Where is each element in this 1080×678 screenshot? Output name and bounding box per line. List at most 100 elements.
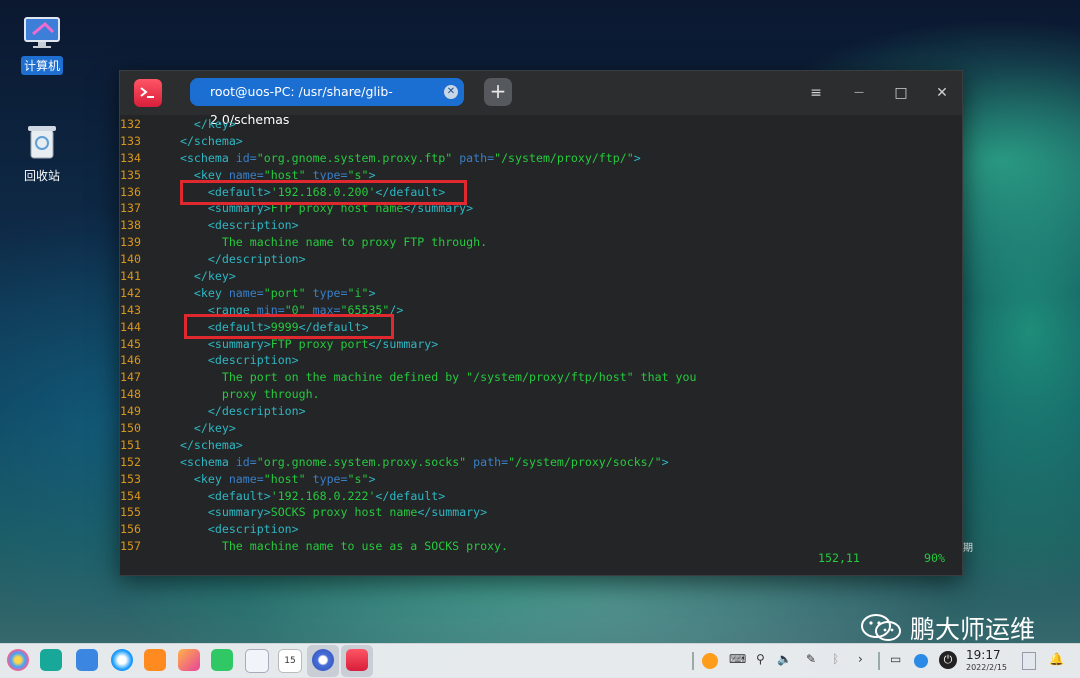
pen-icon[interactable]: ✎ [806,652,816,666]
code-segment: id= [235,454,257,469]
keyboard-icon[interactable]: ⌨ [729,652,746,666]
bluetooth-icon[interactable]: ᛒ [832,652,839,666]
code-line: 149 </description> [120,403,962,420]
desktop-icon-computer[interactable]: 计算机 [12,16,72,75]
desktop-icon-trash[interactable]: 回收站 [12,122,72,185]
app-store-icon[interactable] [144,649,166,671]
code-line: 154 <default>'192.168.0.222'</default> [120,488,962,505]
code-segment: <key [193,285,229,300]
highlight-box-default-port [184,314,394,339]
code-segment: type= [312,285,348,300]
scroll-percent: 90% [924,551,945,565]
code-line: 146 <description> [120,352,962,369]
tab-close-icon[interactable]: ✕ [444,85,458,99]
chevron-right-icon[interactable]: › [858,652,863,666]
line-number: 155 [120,505,141,520]
line-number: 146 [120,353,141,368]
code-segment: '192.168.0.222' [270,488,376,503]
calendar-icon[interactable]: 15 [278,649,302,673]
code-segment: </schema> [179,133,243,148]
code-segment: "port" [263,285,313,300]
maximize-button[interactable]: □ [889,81,913,105]
minimize-button[interactable]: — [847,81,871,105]
settings-icon[interactable] [312,649,334,671]
line-number: 147 [120,370,141,385]
file-manager-icon[interactable] [76,649,98,671]
code-segment: </description> [207,252,306,267]
line-number: 142 [120,285,141,300]
code-segment: "s" [347,471,369,486]
code-segment: <description> [207,353,299,368]
highlight-box-default-host [180,180,467,205]
code-segment: <schema [179,150,236,165]
code-segment: </key> [193,269,236,284]
code-segment: <description> [207,522,299,537]
multitask-view-icon[interactable] [40,649,62,671]
usb-icon[interactable]: ⚲ [756,652,765,666]
screen-icon[interactable]: ▭ [890,652,901,666]
code-line: 155 <summary>SOCKS proxy host name</summ… [120,504,962,521]
line-number: 150 [120,421,141,436]
document-viewer-icon[interactable] [245,649,269,673]
line-number: 137 [120,201,141,216]
line-number: 133 [120,133,141,148]
line-number: 151 [120,437,141,452]
terminal-app-icon [134,79,162,107]
line-number: 153 [120,471,141,486]
music-icon[interactable] [211,649,233,671]
code-segment: </key> [193,421,236,436]
title-bar[interactable]: root@uos-PC: /usr/share/glib-2.0/schemas… [120,71,962,127]
update-icon[interactable] [702,653,718,669]
code-segment: The port on the machine defined by "/sys… [166,370,697,385]
trash-icon [25,122,59,160]
volume-icon[interactable]: 🔈 [777,652,792,666]
code-segment: "/system/proxy/ftp/" [494,150,634,165]
code-segment: name= [228,285,264,300]
code-line: 141 </key> [120,268,962,285]
add-tab-button[interactable]: + [484,78,512,106]
trash-tray-icon[interactable] [1022,652,1036,670]
line-number: 154 [120,488,141,503]
line-number: 149 [120,404,141,419]
line-number: 144 [120,319,141,334]
line-number: 152 [120,454,141,469]
code-segment: > [633,150,641,165]
line-number: 145 [120,336,141,351]
code-segment: "i" [347,285,369,300]
line-number: 139 [120,235,141,250]
code-segment: <default> [207,488,271,503]
code-segment: <summary> [207,505,271,520]
terminal-tab[interactable]: root@uos-PC: /usr/share/glib-2.0/schemas… [190,78,464,127]
code-line: 134 <schema id="org.gnome.system.proxy.f… [120,150,962,167]
terminal-taskbar-icon[interactable] [346,649,368,671]
clock-time[interactable]: 19:17 [966,648,1001,662]
power-icon[interactable]: ⏻ [939,651,957,669]
code-line: 148 proxy through. [120,386,962,403]
terminal-window[interactable]: root@uos-PC: /usr/share/glib-2.0/schemas… [119,70,963,576]
network-icon[interactable] [914,654,928,668]
notification-bell-icon[interactable]: 🔔 [1049,652,1064,666]
vim-status-bar: 152,11 90% [120,551,962,569]
watermark-text: 鹏大师运维 [910,615,1036,644]
browser-icon[interactable] [111,649,133,671]
tray-divider [692,652,694,670]
code-segment: The machine name to proxy FTP through. [166,235,488,250]
launcher-icon[interactable] [7,649,29,671]
image-viewer-icon[interactable] [178,649,200,671]
close-button[interactable]: ✕ [930,81,954,105]
code-line: 142 <key name="port" type="i"> [120,285,962,302]
code-segment: </default> [375,488,446,503]
menu-icon[interactable]: ≡ [804,81,828,105]
